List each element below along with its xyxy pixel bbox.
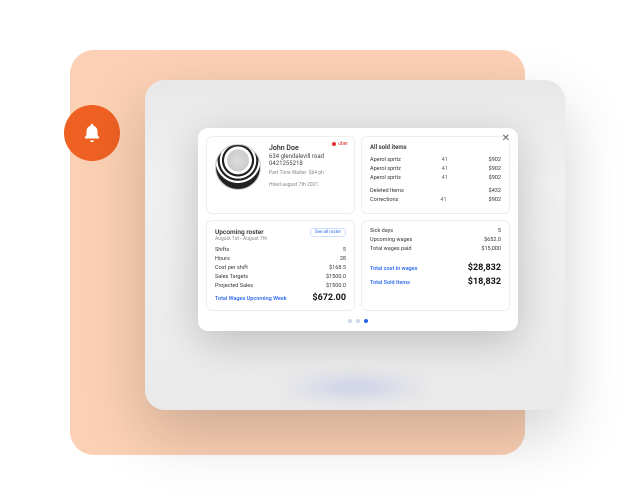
avatar <box>215 144 261 190</box>
deleted-items-row: Deleted Items$432 <box>370 188 501 194</box>
list-item: Aperol spritz41$902 <box>370 175 501 181</box>
pagination-dots[interactable] <box>206 317 510 323</box>
total-sold-row: Total Sold Items $18,832 <box>370 277 501 287</box>
roster-card: Upcoming roster August 1st - August 7th … <box>206 220 355 311</box>
roster-range: August 1st - August 7th <box>215 236 267 242</box>
table-row: Cost per shift$168.5 <box>215 265 346 271</box>
table-row: Sick days5 <box>370 228 501 234</box>
dot-active[interactable] <box>364 319 368 323</box>
notification-bell-badge[interactable] <box>64 105 120 161</box>
table-row: Shifts5 <box>215 247 346 253</box>
bell-icon <box>81 122 103 144</box>
table-row: Projected Sales$1500.0 <box>215 283 346 289</box>
close-icon[interactable]: ✕ <box>502 134 510 144</box>
profile-card: uber John Doe 634 glendalevill road 0421… <box>206 136 355 214</box>
tablet-frame: ✕ uber John Doe 634 glendalevill road 04… <box>145 80 565 410</box>
table-row: Total wages paid$15,000 <box>370 246 501 252</box>
employee-address: 634 glendalevill road <box>269 153 324 160</box>
blurred-background <box>275 376 435 398</box>
table-row: Hours28 <box>215 256 346 262</box>
status-badge: uber <box>332 141 348 147</box>
dot[interactable] <box>348 319 352 323</box>
see-all-roster-button[interactable]: See all roster <box>310 228 346 237</box>
table-row: Sales Targets$1500.0 <box>215 274 346 280</box>
sold-items-card: All sold items Aperol spritz41$902 Apero… <box>361 136 510 214</box>
employee-phone: 0421255218 <box>269 160 324 167</box>
list-item: Aperol spritz41$902 <box>370 157 501 163</box>
employee-name: John Doe <box>269 144 324 152</box>
total-cost-row: Total cost in wages $28,832 <box>370 263 501 273</box>
corrections-row: Corrections41$902 <box>370 197 501 203</box>
roster-title: Upcoming roster <box>215 228 267 236</box>
sold-title: All sold items <box>370 144 501 151</box>
table-row: Upcoming wages$652.0 <box>370 237 501 243</box>
hired-date: Hired august 7th 2021 <box>269 182 324 188</box>
summary-card: Sick days5 Upcoming wages$652.0 Total wa… <box>361 220 510 311</box>
total-wages-row: Total Wages Upcoming Week $672.00 <box>215 293 346 303</box>
list-item: Aperol spritz41$902 <box>370 166 501 172</box>
employee-detail-modal: ✕ uber John Doe 634 glendalevill road 04… <box>198 128 518 331</box>
dot[interactable] <box>356 319 360 323</box>
employee-role: Part Time Waiter $64 ph <box>269 170 324 176</box>
